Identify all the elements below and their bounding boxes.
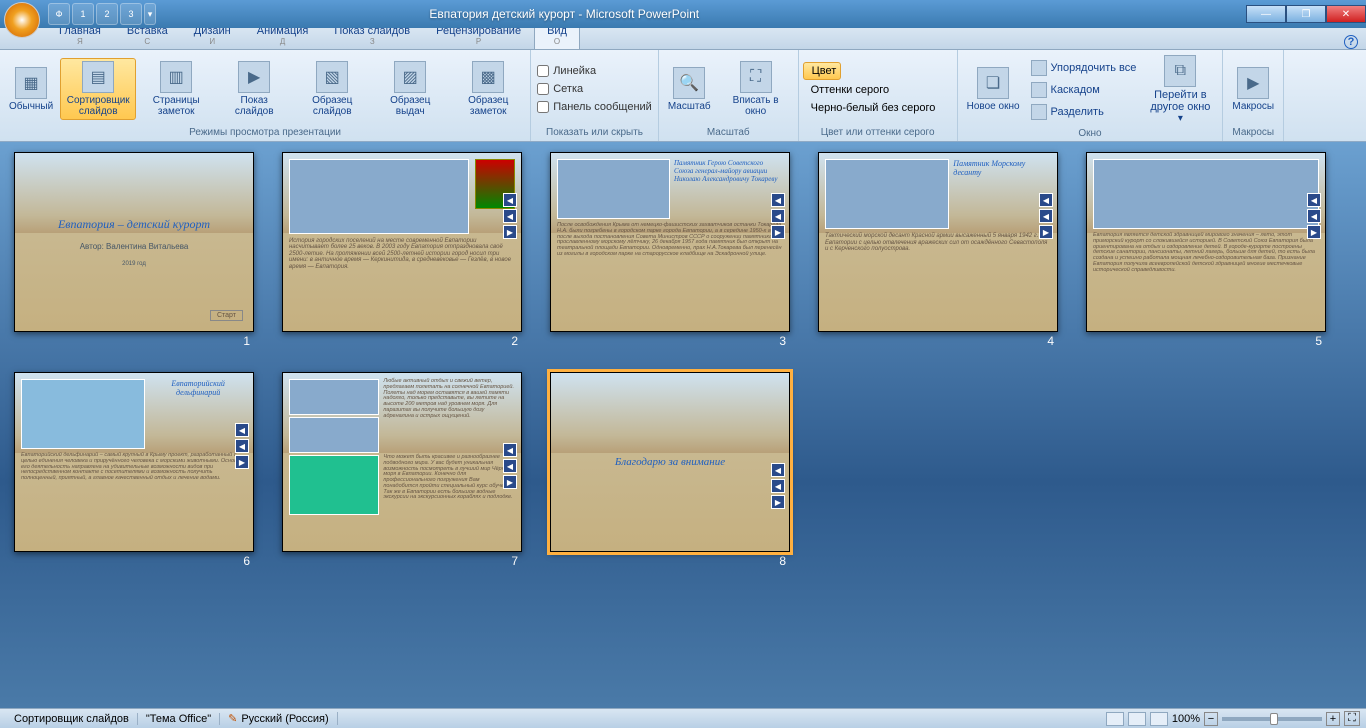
- title-bar: Ф 1 2 3 ▾ Евпатория детский курорт - Mic…: [0, 0, 1366, 28]
- slide-number: 8: [779, 554, 786, 568]
- slideshow-button[interactable]: ▶Показ слайдов: [216, 58, 292, 120]
- maximize-button[interactable]: ❐: [1286, 5, 1326, 23]
- normal-view-button[interactable]: ▦Обычный: [4, 64, 58, 115]
- close-button[interactable]: ✕: [1326, 5, 1366, 23]
- start-button: Старт: [210, 310, 243, 321]
- spellcheck-icon: ✎: [228, 712, 237, 725]
- slide-thumbnail[interactable]: Памятник Морскому десанту Тактический мо…: [818, 152, 1058, 348]
- notes-page-button[interactable]: ▥Страницы заметок: [138, 58, 214, 120]
- group-show-hide: Линейка Сетка Панель сообщений Показать …: [531, 50, 659, 141]
- group-macros: ▶Макросы Макросы: [1223, 50, 1284, 141]
- switch-window-button[interactable]: ⧉Перейти в другое окно ▾: [1142, 52, 1218, 127]
- help-icon[interactable]: ?: [1344, 35, 1358, 49]
- ruler-checkbox[interactable]: Линейка: [535, 64, 598, 78]
- slide-caption: Евпаторийский дельфинарий: [149, 379, 247, 449]
- color-button[interactable]: Цвет: [803, 62, 842, 80]
- status-view-mode: Сортировщик слайдов: [6, 713, 138, 725]
- slide-caption: Памятник Герою Советского Союза генерал-…: [674, 159, 783, 219]
- normal-view-icon[interactable]: [1106, 712, 1124, 726]
- group-label: Масштаб: [663, 126, 794, 139]
- slide-number: 3: [779, 334, 786, 348]
- slide-number: 7: [511, 554, 518, 568]
- slide-number: 2: [511, 334, 518, 348]
- notes-master-button[interactable]: ▩Образец заметок: [450, 58, 526, 120]
- group-presentation-views: ▦Обычный ▤Сортировщик слайдов ▥Страницы …: [0, 50, 531, 141]
- minimize-button[interactable]: —: [1246, 5, 1286, 23]
- slides-grid: Евпатория – детский курорт Автор: Валент…: [14, 152, 1352, 568]
- slide-number: 4: [1047, 334, 1054, 348]
- group-label: Режимы просмотра презентации: [4, 126, 526, 139]
- slide-text: Тактический морской десант Красной армии…: [825, 233, 1051, 253]
- slide-number: 6: [243, 554, 250, 568]
- window-controls: — ❐ ✕: [1246, 5, 1366, 23]
- slide-author: Автор: Валентина Витальева: [80, 242, 189, 251]
- slide-caption: Памятник Морскому десанту: [953, 159, 1051, 229]
- slide-sorter-button[interactable]: ▤Сортировщик слайдов: [60, 58, 136, 120]
- slide-text: Любые активный отдых и свежий ветер, пре…: [383, 379, 515, 453]
- quick-access-toolbar: Ф 1 2 3 ▾: [44, 3, 156, 25]
- group-label: Макросы: [1227, 126, 1279, 139]
- zoom-button[interactable]: 🔍Масштаб: [663, 64, 716, 115]
- slide-text: История городских поселений на месте сов…: [289, 238, 515, 271]
- macros-button[interactable]: ▶Макросы: [1227, 64, 1279, 115]
- group-label: Цвет или оттенки серого: [803, 126, 953, 139]
- slide-thumbnail[interactable]: Памятник Герою Советского Союза генерал-…: [550, 152, 790, 348]
- fit-zoom-button[interactable]: ⛶: [1344, 711, 1360, 726]
- grayscale-button[interactable]: Оттенки серого: [803, 82, 893, 98]
- qat-item[interactable]: 1: [72, 3, 94, 25]
- office-button[interactable]: [4, 2, 40, 38]
- slide-thumbnail[interactable]: Евпаторийский дельфинарий Евпаторийский …: [14, 372, 254, 568]
- status-bar: Сортировщик слайдов "Тема Office" ✎ Русс…: [0, 708, 1366, 728]
- slide-thumbnail[interactable]: История городских поселений на месте сов…: [282, 152, 522, 348]
- slide-text: После освобождения Крыма от немецко-фаши…: [557, 223, 783, 258]
- status-theme: "Тема Office": [138, 713, 220, 725]
- message-bar-checkbox[interactable]: Панель сообщений: [535, 100, 654, 114]
- slide-thumbnail[interactable]: Евпатория – детский курорт Автор: Валент…: [14, 152, 254, 348]
- slideshow-view-icon[interactable]: [1150, 712, 1168, 726]
- slide-year: 2019 год: [122, 261, 146, 267]
- slide-title: Благодарю за внимание: [615, 456, 725, 468]
- qat-item[interactable]: Ф: [48, 3, 70, 25]
- status-language[interactable]: ✎ Русский (Россия): [220, 712, 338, 725]
- cascade-button[interactable]: Каскадом: [1027, 80, 1141, 100]
- zoom-in-button[interactable]: +: [1326, 712, 1340, 726]
- slide-text: Евпатория является детской здравницей ми…: [1093, 233, 1319, 273]
- qat-item[interactable]: 3: [120, 3, 142, 25]
- zoom-out-button[interactable]: −: [1204, 712, 1218, 726]
- gridlines-checkbox[interactable]: Сетка: [535, 82, 585, 96]
- slide-sorter-workspace[interactable]: Евпатория – детский курорт Автор: Валент…: [0, 142, 1366, 708]
- split-button[interactable]: Разделить: [1027, 102, 1141, 122]
- group-label: Окно: [962, 127, 1219, 140]
- slide-master-button[interactable]: ▧Образец слайдов: [294, 58, 370, 120]
- handout-master-button[interactable]: ▨Образец выдач: [372, 58, 448, 120]
- zoom-value: 100%: [1172, 713, 1200, 725]
- group-color-grayscale: Цвет Оттенки серого Черно-белый без серо…: [799, 50, 958, 141]
- arrange-all-button[interactable]: Упорядочить все: [1027, 58, 1141, 78]
- slide-thumbnail[interactable]: Благодарю за внимание ◀◀▶ 8: [550, 372, 790, 568]
- new-window-button[interactable]: ❏Новое окно: [962, 64, 1025, 115]
- qat-item[interactable]: 2: [96, 3, 118, 25]
- slide-number: 5: [1315, 334, 1322, 348]
- qat-more-icon[interactable]: ▾: [144, 3, 156, 25]
- group-label: Показать или скрыть: [535, 126, 654, 139]
- blackwhite-button[interactable]: Черно-белый без серого: [803, 100, 940, 116]
- slide-thumbnail[interactable]: Евпатория является детской здравницей ми…: [1086, 152, 1326, 348]
- slide-number: 1: [243, 334, 250, 348]
- group-zoom: 🔍Масштаб ⛶Вписать в окно Масштаб: [659, 50, 799, 141]
- fit-window-button[interactable]: ⛶Вписать в окно: [718, 58, 794, 120]
- sorter-view-icon[interactable]: [1128, 712, 1146, 726]
- slide-text: Что может быть красивее и разнообразнее …: [383, 455, 515, 515]
- zoom-slider[interactable]: [1222, 717, 1322, 721]
- slide-text: Евпаторийский дельфинарий – самый крупны…: [21, 453, 247, 482]
- group-window: ❏Новое окно Упорядочить все Каскадом Раз…: [958, 50, 1224, 141]
- ribbon-tabs: ГлавнаяЯ ВставкаС ДизайнИ АнимацияД Пока…: [0, 28, 1366, 50]
- slide-thumbnail[interactable]: Любые активный отдых и свежий ветер, пре…: [282, 372, 522, 568]
- ribbon: ▦Обычный ▤Сортировщик слайдов ▥Страницы …: [0, 50, 1366, 142]
- window-title: Евпатория детский курорт - Microsoft Pow…: [429, 7, 699, 21]
- slide-title: Евпатория – детский курорт: [58, 217, 210, 232]
